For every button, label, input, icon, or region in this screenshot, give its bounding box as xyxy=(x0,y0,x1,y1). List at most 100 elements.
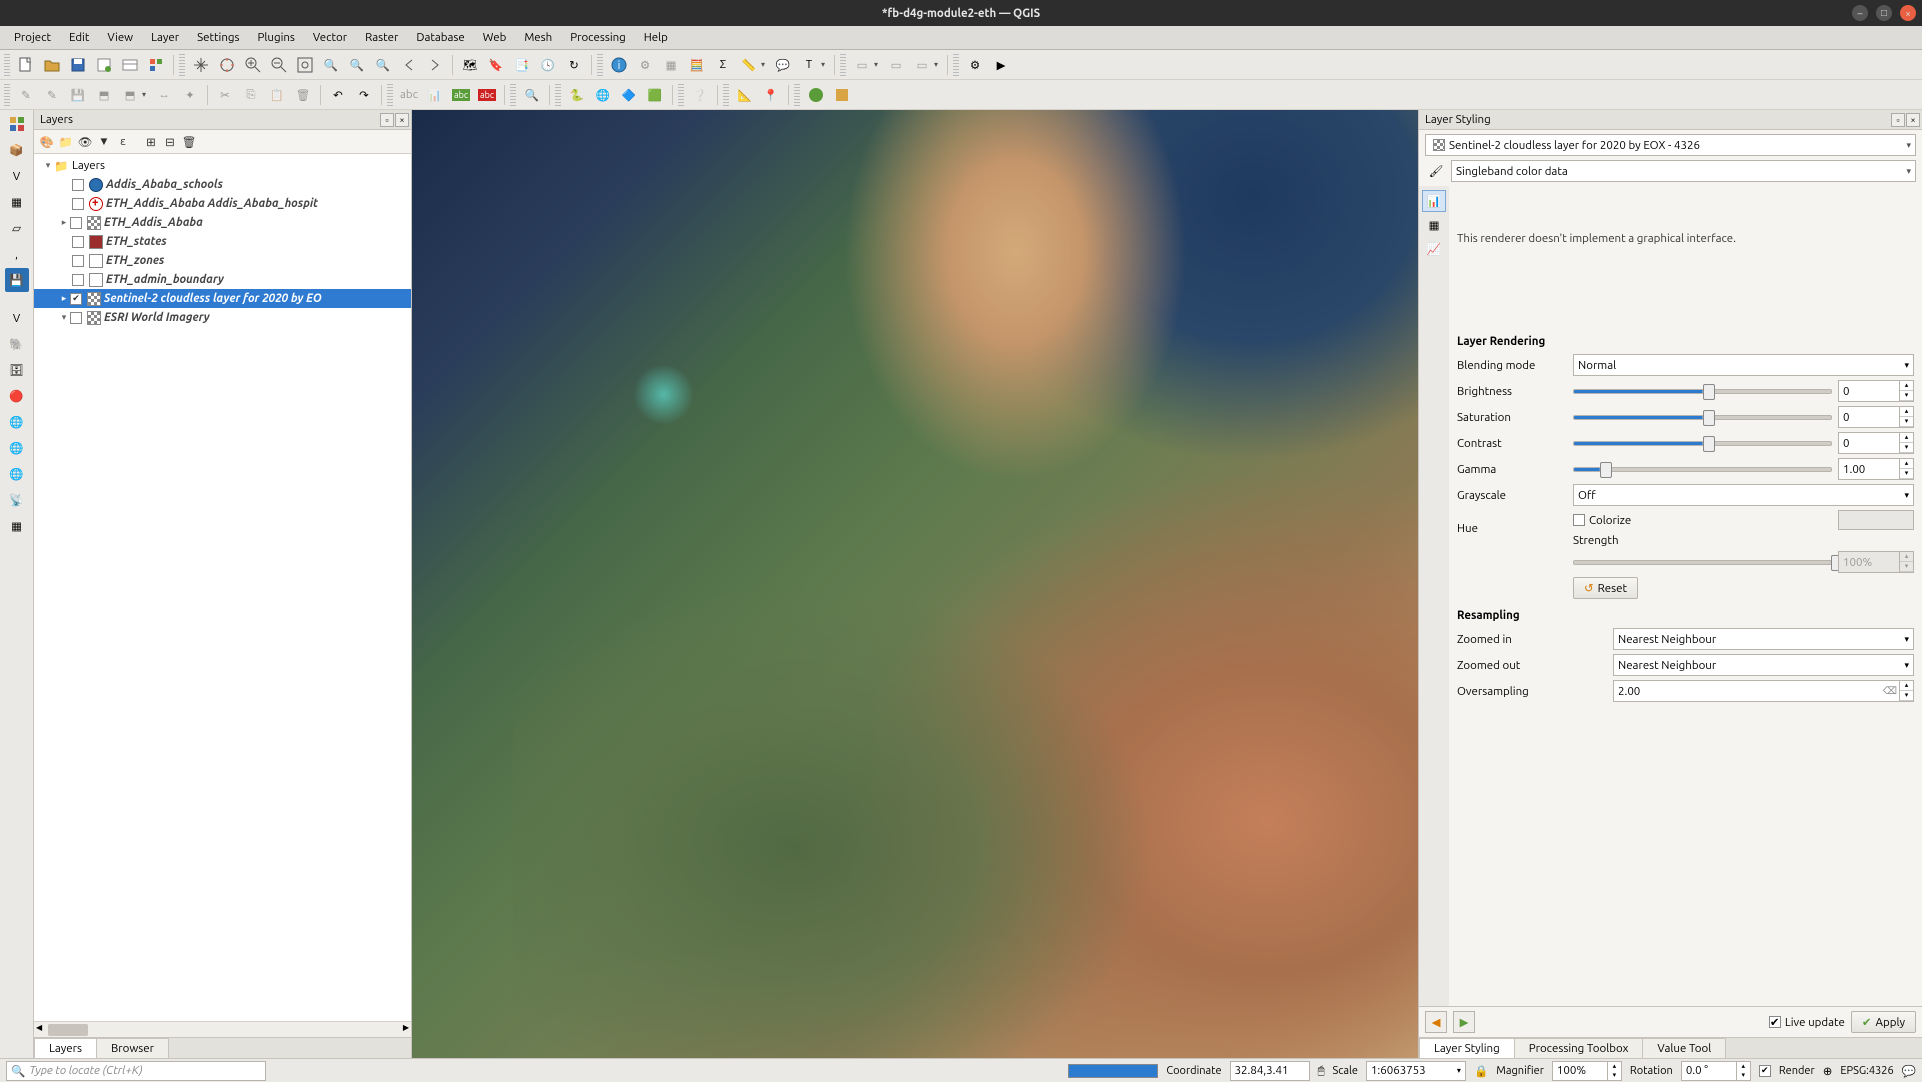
styling-close-button[interactable]: × xyxy=(1906,113,1920,127)
layer-checkbox[interactable] xyxy=(72,236,84,248)
layers-expression-icon[interactable]: ε xyxy=(114,133,132,151)
colorize-swatch[interactable] xyxy=(1838,510,1914,530)
qms-green-icon[interactable] xyxy=(804,83,828,107)
saturation-slider[interactable] xyxy=(1573,415,1832,420)
zoom-out-icon[interactable] xyxy=(267,53,291,77)
redo-icon[interactable]: ↷ xyxy=(352,83,376,107)
layer-checkbox[interactable] xyxy=(70,312,82,324)
add-mesh-icon[interactable]: ▱ xyxy=(5,216,29,240)
refresh-icon[interactable]: ↻ xyxy=(562,53,586,77)
layer-label[interactable]: ETH_zones xyxy=(106,254,164,267)
layer-label[interactable]: ETH_states xyxy=(106,235,167,248)
menu-help[interactable]: Help xyxy=(636,29,676,46)
add-raster-icon[interactable]: ▦ xyxy=(5,190,29,214)
tree-expand-icon[interactable]: ▸ xyxy=(58,293,70,304)
undo-icon[interactable]: ↶ xyxy=(326,83,350,107)
zoom-to-selection-icon[interactable]: 🔍 xyxy=(319,53,343,77)
zoom-last-icon[interactable] xyxy=(397,53,421,77)
crs-value[interactable]: EPSG:4326 xyxy=(1840,1065,1893,1077)
tree-collapse-icon[interactable]: ▾ xyxy=(58,312,70,323)
layer-label[interactable]: ETH_admin_boundary xyxy=(106,273,224,286)
zoom-next-icon[interactable] xyxy=(423,53,447,77)
brightness-spinbox[interactable]: 0▴▾ xyxy=(1838,380,1914,402)
renderer-selector[interactable]: Singleband color data▾ xyxy=(1451,160,1916,182)
layers-float-button[interactable]: ▫ xyxy=(380,113,394,127)
layers-manage-visibility-icon[interactable]: 👁 xyxy=(76,133,94,151)
menu-web[interactable]: Web xyxy=(475,29,515,46)
add-virtual-icon[interactable]: V xyxy=(5,306,29,330)
style-back-button[interactable]: ◀ xyxy=(1425,1011,1447,1033)
toolbox-icon[interactable]: ⚙ xyxy=(963,53,987,77)
run-model-icon[interactable]: ▶ xyxy=(989,53,1013,77)
menu-vector[interactable]: Vector xyxy=(305,29,355,46)
layers-remove-icon[interactable]: 🗑 xyxy=(180,133,198,151)
map-canvas[interactable] xyxy=(412,110,1418,1058)
zoom-full-icon[interactable] xyxy=(293,53,317,77)
map-tips-icon[interactable]: 💬 xyxy=(771,53,795,77)
save-project-icon[interactable] xyxy=(66,53,90,77)
extent-toggle-icon[interactable]: 🖱 xyxy=(1318,1064,1325,1078)
oversampling-spinbox[interactable]: 2.00⌫▴▾ xyxy=(1613,680,1914,702)
locator-input[interactable]: 🔍 Type to locate (Ctrl+K) xyxy=(6,1061,266,1081)
layers-style-icon[interactable]: 🎨 xyxy=(38,133,56,151)
temporal-controller-icon[interactable]: 🕓 xyxy=(536,53,560,77)
gps-tools-icon[interactable]: 📍 xyxy=(759,83,783,107)
layer-label[interactable]: ETH_Addis_Ababa xyxy=(104,216,203,229)
layer-checkbox[interactable] xyxy=(70,293,82,305)
zoom-in-icon[interactable] xyxy=(241,53,265,77)
crs-icon[interactable]: ⊕ xyxy=(1823,1064,1833,1078)
python-console-icon[interactable]: 🐍 xyxy=(565,83,589,107)
menu-edit[interactable]: Edit xyxy=(61,29,97,46)
layer-checkbox[interactable] xyxy=(72,198,84,210)
layer-checkbox[interactable] xyxy=(72,274,84,286)
tree-expand-icon[interactable]: ▸ xyxy=(58,217,70,228)
new-project-icon[interactable] xyxy=(14,53,38,77)
zoomed-out-select[interactable]: Nearest Neighbour▾ xyxy=(1613,654,1914,676)
add-wfs-icon[interactable]: 🌐 xyxy=(5,462,29,486)
annotation-icon[interactable]: T xyxy=(797,53,821,77)
plugin-green-icon[interactable]: 🟩 xyxy=(643,83,667,107)
layers-expand-all-icon[interactable]: ⊞ xyxy=(142,133,160,151)
qms-orange-icon[interactable] xyxy=(830,83,854,107)
zoom-to-layer-icon[interactable]: 🔍 xyxy=(345,53,369,77)
add-wcs-icon[interactable]: 🌐 xyxy=(5,436,29,460)
coordinate-field[interactable]: 32.84,3.41 xyxy=(1230,1061,1310,1081)
apply-button[interactable]: ✔Apply xyxy=(1851,1011,1916,1033)
add-xyz-icon[interactable]: 📡 xyxy=(5,488,29,512)
georeferencer-icon[interactable]: 📐 xyxy=(733,83,757,107)
gamma-spinbox[interactable]: 1.00▴▾ xyxy=(1838,458,1914,480)
new-bookmark-icon[interactable]: 🔖 xyxy=(484,53,508,77)
magnifier-field[interactable]: 100%▴▾ xyxy=(1552,1061,1622,1081)
plugin-blue-icon[interactable]: 🔷 xyxy=(617,83,641,107)
pan-to-selection-icon[interactable] xyxy=(215,53,239,77)
tab-value-tool[interactable]: Value Tool xyxy=(1642,1038,1726,1058)
minimize-button[interactable]: – xyxy=(1852,5,1868,21)
menu-mesh[interactable]: Mesh xyxy=(516,29,560,46)
add-mssql-icon[interactable]: 🗄 xyxy=(5,358,29,382)
transparency-tab-icon[interactable]: ▦ xyxy=(1422,214,1446,236)
menu-layer[interactable]: Layer xyxy=(143,29,187,46)
new-print-layout-icon[interactable] xyxy=(92,53,116,77)
layers-filter-icon[interactable]: ▼ xyxy=(95,133,113,151)
menu-view[interactable]: View xyxy=(99,29,141,46)
layer-group-root[interactable]: Layers xyxy=(72,159,105,172)
scale-field[interactable]: 1:6063753▾ xyxy=(1366,1061,1466,1081)
layer-checkbox[interactable] xyxy=(72,179,84,191)
blending-mode-select[interactable]: Normal▾ xyxy=(1573,354,1914,376)
add-csv-icon[interactable]: , xyxy=(5,242,29,266)
show-labels-icon[interactable]: abc xyxy=(449,83,473,107)
show-bookmarks-icon[interactable]: 📑 xyxy=(510,53,534,77)
histogram-tab-icon[interactable]: 📈 xyxy=(1422,238,1446,260)
hide-labels-icon[interactable]: abc xyxy=(475,83,499,107)
tab-browser[interactable]: Browser xyxy=(96,1038,169,1058)
style-forward-button[interactable]: ▶ xyxy=(1453,1011,1475,1033)
layer-label[interactable]: Sentinel-2 cloudless layer for 2020 by E… xyxy=(104,292,322,305)
brightness-slider[interactable] xyxy=(1573,389,1832,394)
rotation-field[interactable]: 0.0 °▴▾ xyxy=(1681,1061,1751,1081)
new-geopackage-icon[interactable]: 📦 xyxy=(5,138,29,162)
grayscale-select[interactable]: Off▾ xyxy=(1573,484,1914,506)
measure-icon[interactable]: 📏 xyxy=(737,53,761,77)
add-vector-icon[interactable]: V xyxy=(5,164,29,188)
menu-processing[interactable]: Processing xyxy=(562,29,634,46)
menu-plugins[interactable]: Plugins xyxy=(250,29,303,46)
